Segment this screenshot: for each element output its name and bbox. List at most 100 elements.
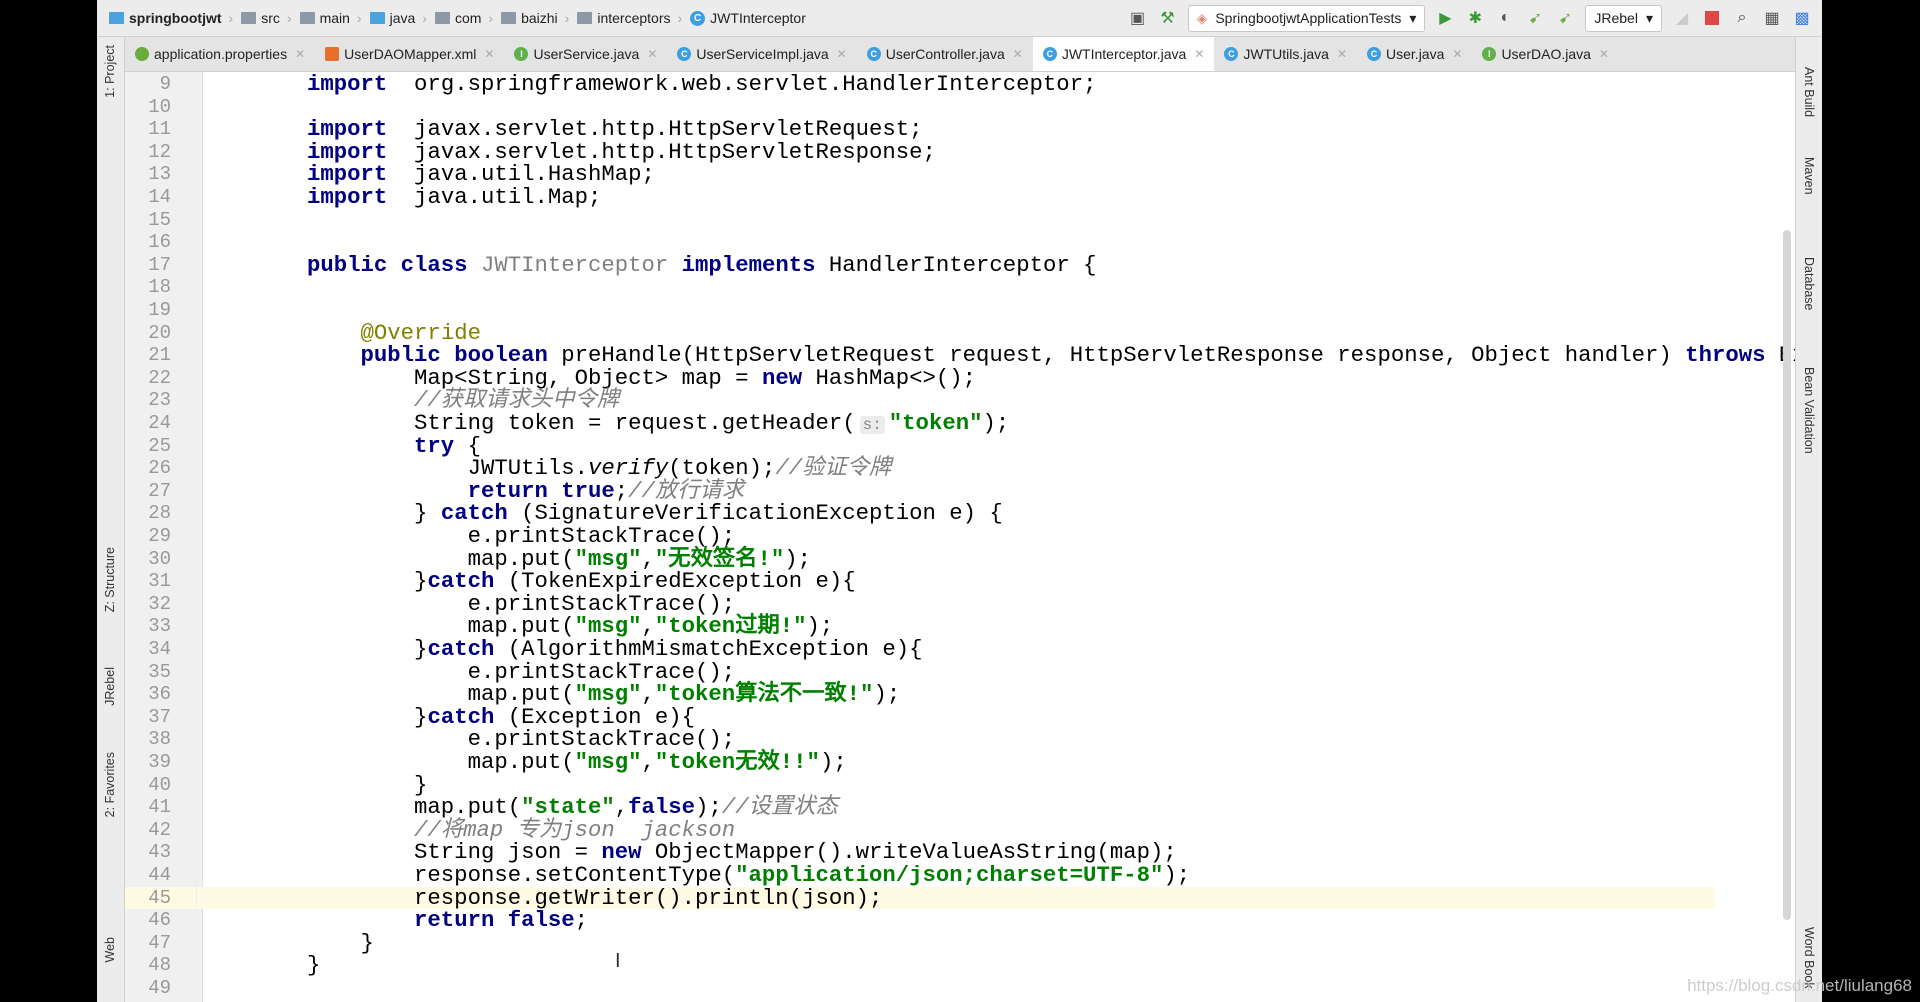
breadcrumb-label: springbootjwt (129, 10, 222, 26)
close-icon[interactable]: ✕ (647, 47, 657, 61)
tab-jwtutils-java[interactable]: C JWTUtils.java ✕ (1214, 37, 1357, 71)
code-line[interactable]: 31 }catch (TokenExpiredException e){ (125, 570, 1715, 593)
breadcrumb-item[interactable]: baizhi › (497, 10, 573, 26)
close-icon[interactable]: ✕ (837, 47, 847, 61)
code-line[interactable]: 45 response.getWriter().println(json); (125, 886, 1715, 910)
code-line[interactable]: 20 @Override (125, 321, 1715, 345)
stop-icon[interactable] (1702, 8, 1722, 28)
code-line[interactable]: 30 map.put("msg","无效签名!"); (125, 547, 1715, 571)
code-line[interactable]: 23 //获取请求头中令牌 (125, 389, 1715, 412)
close-icon[interactable]: ✕ (484, 47, 494, 61)
code-line[interactable]: 29 e.printStackTrace(); (125, 525, 1715, 548)
tab-user-java[interactable]: C User.java ✕ (1357, 37, 1472, 71)
close-icon[interactable]: ✕ (295, 47, 305, 61)
coverage-icon[interactable]: ◐ (1495, 8, 1515, 28)
code-line[interactable]: 41 map.put("state",false);//设置状态 (125, 796, 1715, 819)
code-line[interactable]: 27 return true;//放行请求 (125, 479, 1715, 503)
close-icon[interactable]: ✕ (1194, 47, 1204, 61)
vertical-scrollbar[interactable] (1783, 230, 1791, 920)
tab-userdao-java[interactable]: I UserDAO.java ✕ (1472, 37, 1619, 71)
code-line[interactable]: 14 import java.util.Map; (125, 186, 1715, 209)
code-line[interactable]: 18 (125, 276, 1715, 299)
translate-icon[interactable]: ▩ (1792, 8, 1812, 28)
run-config-dropdown[interactable]: ◈ SpringbootjwtApplicationTests ▾ (1187, 4, 1426, 32)
tool-window-web[interactable]: Web (103, 937, 117, 962)
tab-userdaomapper-xml[interactable]: UserDAOMapper.xml ✕ (315, 37, 504, 71)
code-line[interactable]: 22 Map<String, Object> map = new HashMap… (125, 364, 1715, 391)
code-line[interactable]: 24 String token = request.getHeader(s: "t… (125, 412, 1715, 435)
tool-window--project[interactable]: 1: Project (103, 45, 117, 98)
code-line[interactable]: 44 response.setContentType("application/… (125, 864, 1715, 887)
tool-window-jrebel[interactable]: JRebel (103, 667, 117, 706)
jrebel-dropdown[interactable]: JRebel ▾ (1585, 4, 1662, 32)
project-structure-icon[interactable]: ▦ (1762, 8, 1782, 28)
tab-jwtinterceptor-java[interactable]: C JWTInterceptor.java ✕ (1032, 37, 1215, 71)
breadcrumb-item[interactable]: src › (237, 10, 295, 26)
code-line[interactable]: 10 (125, 96, 1715, 119)
build-hammer-icon[interactable]: ⚒ (1158, 8, 1178, 28)
code-line[interactable]: 12 import javax.servlet.http.HttpServletR… (125, 140, 1715, 164)
tab-application-properties[interactable]: application.properties ✕ (125, 37, 315, 71)
code-token: //设置状态 (721, 794, 838, 821)
code-line[interactable]: 40 } (125, 773, 1715, 797)
close-icon[interactable]: ✕ (1337, 47, 1347, 61)
editor-tabs: application.properties ✕ UserDAOMapper.xml… (125, 37, 1822, 72)
code-line[interactable]: 32 e.printStackTrace(); (125, 592, 1715, 616)
code-line[interactable]: 26 JWTUtils.verify(token);//验证令牌 (125, 457, 1715, 480)
close-icon[interactable]: ✕ (1013, 47, 1023, 61)
tab-userserviceimpl-java[interactable]: C UserServiceImpl.java ✕ (667, 37, 856, 71)
code-line[interactable]: 39 map.put("msg","token无效!!"); (125, 751, 1715, 774)
jrebel-run-icon[interactable]: ➹ (1525, 8, 1545, 28)
code-line[interactable]: 19 (125, 299, 1715, 322)
code-line[interactable]: 25 try { (125, 434, 1715, 458)
code-line[interactable]: 36 map.put("msg","token算法不一致!"); (125, 683, 1715, 706)
tool-window-ant-build[interactable]: Ant Build (1802, 67, 1816, 117)
breadcrumb-item[interactable]: springbootjwt › (105, 10, 237, 26)
code-line[interactable]: 48} (125, 954, 1715, 977)
tool-window--favorites[interactable]: 2: Favorites (103, 752, 117, 817)
code-line[interactable]: 37 }catch (Exception e){ (125, 705, 1715, 729)
breadcrumb-item[interactable]: C JWTInterceptor (686, 10, 810, 26)
tab-usercontroller-java[interactable]: C UserController.java ✕ (857, 37, 1033, 71)
code-line[interactable]: 49 (125, 977, 1715, 1000)
code-line[interactable]: 42 //将map 专为json jackson (125, 818, 1715, 842)
breadcrumb-label: com (454, 10, 482, 26)
code-line[interactable]: 28 } catch (SignatureVerificationExcepti… (125, 502, 1715, 525)
layout-icon[interactable]: ▣ (1128, 8, 1148, 28)
code-line[interactable]: 38 e.printStackTrace(); (125, 728, 1715, 751)
code-line[interactable]: 13 import java.util.HashMap; (125, 163, 1715, 186)
breadcrumb-label: main (319, 10, 350, 26)
code-line[interactable]: 35 e.printStackTrace(); (125, 660, 1715, 684)
tool-window-maven[interactable]: Maven (1802, 157, 1816, 195)
attach-icon[interactable]: ◢ (1672, 8, 1692, 28)
code-line[interactable]: 11 import javax.servlet.http.HttpServletR… (125, 118, 1715, 141)
breadcrumb-item[interactable]: interceptors › (573, 10, 686, 26)
tool-window-bean-validation[interactable]: Bean Validation (1802, 367, 1816, 454)
code-line[interactable]: 47 } (125, 931, 1715, 955)
breadcrumb-item[interactable]: main › (296, 10, 366, 26)
run-config-icon: ◈ (1196, 9, 1208, 26)
search-icon[interactable]: ⌕ (1732, 8, 1752, 28)
breadcrumb-item[interactable]: com › (431, 10, 497, 26)
breadcrumb-item[interactable]: java › (366, 10, 431, 26)
close-icon[interactable]: ✕ (1599, 47, 1609, 61)
code-editor[interactable]: 9 import org.springframework.web.servlet.… (125, 72, 1795, 1002)
tool-window-z-structure[interactable]: Z: Structure (103, 547, 117, 612)
tool-window-database[interactable]: Database (1802, 257, 1816, 311)
close-icon[interactable]: ✕ (1452, 47, 1462, 61)
jrebel-debug-icon[interactable]: ➹ (1555, 8, 1575, 28)
debug-icon[interactable]: ✱ (1465, 8, 1485, 28)
tab-userservice-java[interactable]: I UserService.java ✕ (504, 37, 667, 71)
code-line[interactable]: 34 }catch (AlgorithmMismatchException e)… (125, 638, 1715, 661)
code-line[interactable]: 46 return false; (125, 909, 1715, 932)
code-line[interactable]: 16 (125, 231, 1715, 254)
code-line[interactable]: 17 public class JWTInterceptor implements… (125, 253, 1715, 277)
code-token: ); (819, 749, 847, 775)
code-line[interactable]: 21 public boolean preHandle(HttpServletR… (125, 344, 1795, 367)
code-line[interactable]: 43 String json = new ObjectMapper().writ… (125, 841, 1715, 864)
code-line[interactable]: 9 import org.springframework.web.servlet.… (125, 73, 1715, 96)
code-line[interactable]: 33 map.put("msg","token过期!"); (125, 615, 1715, 638)
run-icon[interactable]: ▶ (1435, 8, 1455, 28)
code-line[interactable]: 15 (125, 209, 1715, 232)
code-token: new (761, 364, 803, 391)
